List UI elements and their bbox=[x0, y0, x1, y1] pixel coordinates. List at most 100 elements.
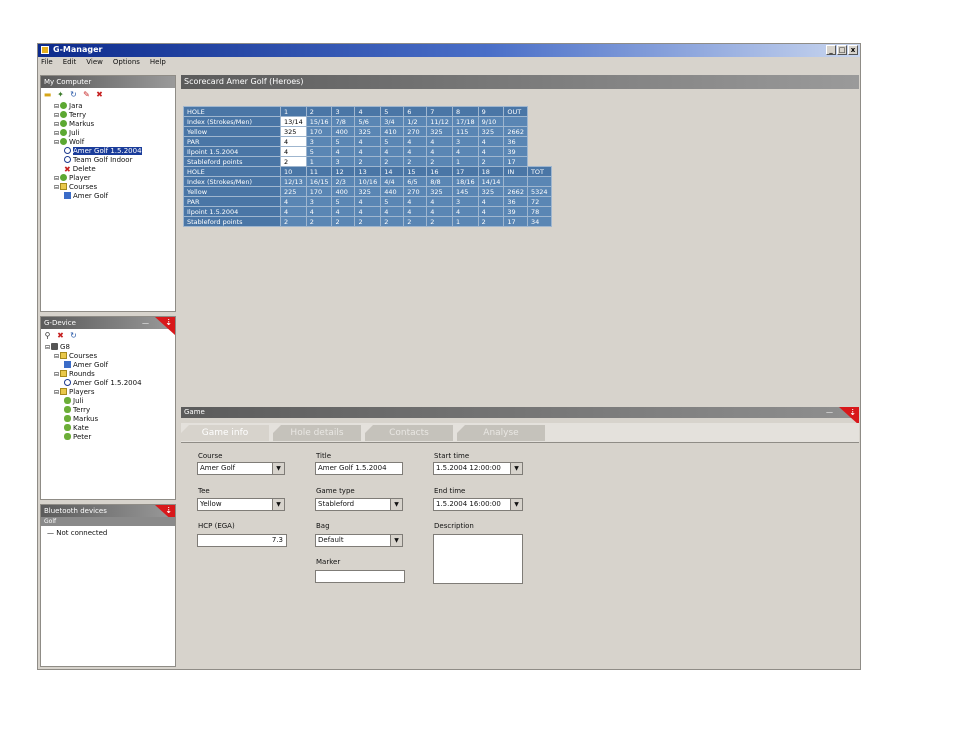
bag-select[interactable]: Default ▼ bbox=[315, 534, 403, 547]
score-cell[interactable]: 2 bbox=[280, 156, 307, 167]
score-cell[interactable]: 9/10 bbox=[477, 116, 505, 127]
score-cell[interactable]: 2 bbox=[380, 216, 405, 227]
score-cell[interactable]: 4/4 bbox=[380, 176, 405, 187]
score-cell[interactable]: 4 bbox=[354, 106, 382, 117]
score-cell[interactable]: 36 bbox=[503, 196, 528, 207]
score-cell[interactable]: 4 bbox=[354, 206, 382, 217]
score-cell[interactable]: 325 bbox=[477, 186, 505, 197]
maximize-button[interactable]: □ bbox=[837, 45, 847, 55]
score-cell[interactable]: 2 bbox=[403, 156, 428, 167]
score-cell[interactable]: 1 bbox=[280, 106, 307, 117]
connect-icon[interactable]: ⚲ bbox=[43, 331, 52, 340]
score-cell[interactable]: 4 bbox=[477, 206, 505, 217]
expand-icon[interactable]: ⊟ bbox=[54, 389, 59, 396]
menu-options[interactable]: Options bbox=[113, 57, 140, 68]
score-cell[interactable]: 2 bbox=[280, 216, 307, 227]
score-cell[interactable]: 170 bbox=[305, 186, 333, 197]
expand-icon[interactable]: ⊟ bbox=[54, 184, 59, 191]
tree-item[interactable]: Amer Golf 1.5.2004 bbox=[45, 379, 142, 388]
score-cell[interactable]: 4 bbox=[477, 136, 505, 147]
sync-icon[interactable]: ↻ bbox=[69, 331, 78, 340]
score-cell[interactable]: 36 bbox=[503, 136, 528, 147]
title-field[interactable]: Amer Golf 1.5.2004 bbox=[315, 462, 403, 475]
expand-icon[interactable]: ⊟ bbox=[54, 130, 59, 137]
score-cell[interactable]: 2 bbox=[354, 216, 382, 227]
tree-item[interactable]: Juli bbox=[45, 397, 142, 406]
score-cell[interactable]: 13 bbox=[354, 166, 382, 177]
score-cell[interactable]: 5 bbox=[305, 146, 333, 157]
tab-hole-details[interactable]: Hole details bbox=[273, 425, 361, 441]
score-cell[interactable]: 4 bbox=[354, 146, 382, 157]
score-cell[interactable]: 6 bbox=[403, 106, 428, 117]
marker-field[interactable] bbox=[315, 570, 405, 583]
expand-icon[interactable]: ⊟ bbox=[54, 353, 59, 360]
score-cell[interactable]: 400 bbox=[331, 126, 356, 137]
score-cell[interactable]: 4 bbox=[380, 146, 405, 157]
score-cell[interactable]: 1 bbox=[451, 156, 479, 167]
course-select[interactable]: Amer Golf ▼ bbox=[197, 462, 285, 475]
tree-item[interactable]: ⊟ Wolf bbox=[45, 138, 142, 147]
score-cell[interactable]: 8 bbox=[451, 106, 479, 117]
score-cell[interactable]: 4 bbox=[426, 206, 453, 217]
score-cell[interactable]: 39 bbox=[503, 146, 528, 157]
chevron-down-icon[interactable]: ▼ bbox=[390, 499, 402, 510]
score-cell[interactable]: 12/13 bbox=[280, 176, 307, 187]
score-cell[interactable]: 4 bbox=[354, 136, 382, 147]
score-cell[interactable]: 115 bbox=[451, 126, 479, 137]
chevron-down-icon[interactable]: ▼ bbox=[510, 463, 522, 474]
expand-icon[interactable]: ⊟ bbox=[54, 175, 59, 182]
score-cell[interactable]: 4 bbox=[477, 146, 505, 157]
tee-select[interactable]: Yellow ▼ bbox=[197, 498, 285, 511]
menu-file[interactable]: File bbox=[41, 57, 53, 68]
description-field[interactable] bbox=[433, 534, 523, 584]
score-cell[interactable]: 2662 bbox=[503, 126, 528, 137]
tree-item[interactable]: Markus bbox=[45, 415, 142, 424]
pin-icon[interactable]: ⇣ bbox=[155, 317, 175, 335]
score-cell[interactable]: 2 bbox=[331, 216, 356, 227]
chevron-down-icon[interactable]: ▼ bbox=[272, 499, 284, 510]
expand-icon[interactable]: ⊟ bbox=[54, 139, 59, 146]
score-cell[interactable]: TOT bbox=[526, 166, 552, 177]
tree-item[interactable]: Terry bbox=[45, 406, 142, 415]
minimize-icon[interactable]: — bbox=[142, 317, 149, 329]
end-time-picker[interactable]: 1.5.2004 16:00:00 ▼ bbox=[433, 498, 523, 511]
menu-edit[interactable]: Edit bbox=[63, 57, 77, 68]
score-cell[interactable]: 4 bbox=[305, 206, 333, 217]
tree-item[interactable]: ⊟ Juli bbox=[45, 129, 142, 138]
score-cell[interactable]: 4 bbox=[280, 206, 307, 217]
score-cell[interactable]: 2 bbox=[305, 106, 333, 117]
score-cell[interactable]: 2 bbox=[477, 156, 505, 167]
chevron-down-icon[interactable]: ▼ bbox=[390, 535, 402, 546]
score-cell[interactable] bbox=[503, 176, 528, 187]
tree-item[interactable]: ⊟ Jara bbox=[45, 102, 142, 111]
delete-icon[interactable]: ✖ bbox=[95, 90, 104, 99]
score-cell[interactable]: 8/8 bbox=[426, 176, 453, 187]
score-cell[interactable]: 17/18 bbox=[451, 116, 479, 127]
score-cell[interactable]: 4 bbox=[426, 196, 453, 207]
title-bar[interactable]: G-Manager _ □ x bbox=[38, 44, 860, 57]
minimize-icon[interactable]: — bbox=[826, 407, 833, 418]
score-cell[interactable]: 1 bbox=[451, 216, 479, 227]
score-cell[interactable]: 2 bbox=[426, 216, 453, 227]
score-cell[interactable]: IN bbox=[503, 166, 528, 177]
score-cell[interactable]: 2 bbox=[380, 156, 405, 167]
score-cell[interactable]: 5 bbox=[380, 106, 405, 117]
minimize-button[interactable]: _ bbox=[826, 45, 836, 55]
tree-item[interactable]: Peter bbox=[45, 433, 142, 442]
score-cell[interactable]: 6/5 bbox=[403, 176, 428, 187]
score-cell[interactable]: 2/3 bbox=[331, 176, 356, 187]
score-cell[interactable]: 325 bbox=[426, 126, 453, 137]
start-time-picker[interactable]: 1.5.2004 12:00:00 ▼ bbox=[433, 462, 523, 475]
tree-item[interactable]: ⊟ G8 bbox=[45, 343, 142, 352]
score-cell[interactable]: 400 bbox=[331, 186, 356, 197]
score-cell[interactable]: 2 bbox=[477, 216, 505, 227]
score-cell[interactable]: 34 bbox=[526, 216, 552, 227]
score-cell[interactable]: 3 bbox=[331, 156, 356, 167]
hcp-field[interactable]: 7.3 bbox=[197, 534, 287, 547]
score-cell[interactable]: 3 bbox=[305, 136, 333, 147]
tab-game-info[interactable]: Game info bbox=[181, 425, 269, 441]
score-cell[interactable]: 325 bbox=[354, 126, 382, 137]
score-cell[interactable]: 13/14 bbox=[280, 116, 307, 127]
score-cell[interactable]: 4 bbox=[380, 206, 405, 217]
score-cell[interactable]: 3/4 bbox=[380, 116, 405, 127]
